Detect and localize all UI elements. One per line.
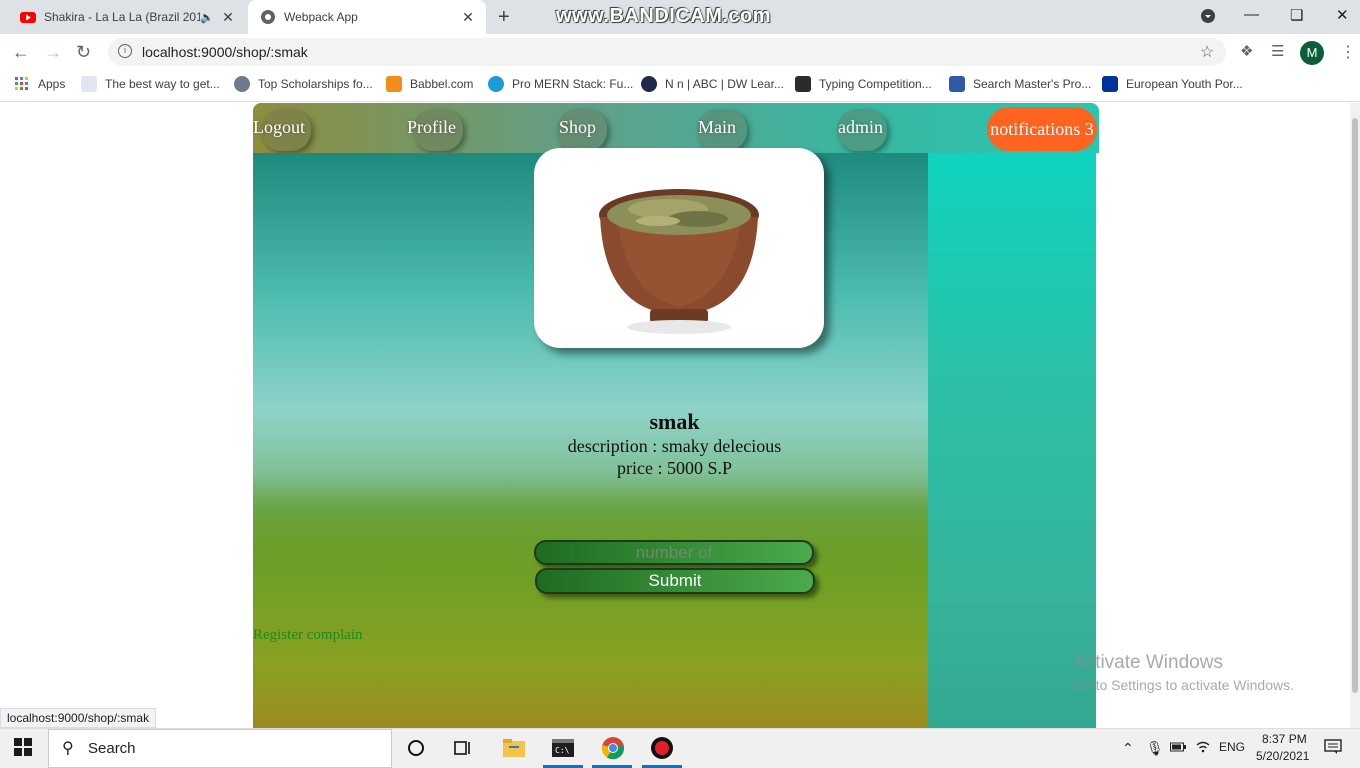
tab-webpack[interactable]: Webpack App ✕ xyxy=(248,0,486,34)
extensions-icon[interactable]: ❖ xyxy=(1240,42,1253,60)
product-price: price : 5000 S.P xyxy=(617,458,732,478)
bookmark-apps[interactable]: Apps xyxy=(14,76,65,92)
clock-date[interactable]: 5/20/2021 xyxy=(1256,749,1309,763)
activate-windows-subtitle: Go to Settings to activate Windows. xyxy=(1073,677,1294,693)
youtube-icon xyxy=(20,12,36,23)
page-viewport: Logout Profile Shop Main admin notificat… xyxy=(0,103,1350,728)
eu-flag-icon xyxy=(1102,76,1118,92)
field-background xyxy=(253,473,928,728)
taskbar-search-placeholder: Search xyxy=(88,740,136,757)
bookmark-item[interactable]: European Youth Por... xyxy=(1102,76,1243,92)
bookmark-item[interactable]: Top Scholarships fo... xyxy=(234,76,373,92)
bookmark-item[interactable]: Typing Competition... xyxy=(795,76,932,92)
close-window-button[interactable]: ✕ xyxy=(1336,6,1349,24)
scrollbar-thumb[interactable] xyxy=(1352,118,1358,693)
media-icon[interactable]: ☰ xyxy=(1271,42,1284,60)
bookmark-label: European Youth Por... xyxy=(1126,77,1243,91)
show-hidden-icons[interactable]: ⌃ xyxy=(1122,740,1134,757)
notifications-button[interactable]: notifications 3 xyxy=(987,107,1097,151)
bank-icon xyxy=(81,76,97,92)
top-nav: Logout Profile Shop Main admin notificat… xyxy=(253,103,1099,153)
nav-main[interactable]: Main xyxy=(698,117,736,138)
bookmark-label: Typing Competition... xyxy=(819,77,932,91)
bookmark-label: The best way to get... xyxy=(105,77,220,91)
bookmark-item[interactable]: Pro MERN Stack: Fu... xyxy=(488,76,633,92)
bookmark-label: Top Scholarships fo... xyxy=(258,77,373,91)
link-status-bar: localhost:9000/shop/:smak xyxy=(0,708,157,728)
profile-avatar[interactable]: M xyxy=(1300,41,1324,65)
herb-bowl-image xyxy=(599,189,759,334)
activate-windows-title: Activate Windows xyxy=(1073,652,1223,673)
babbel-icon xyxy=(386,76,402,92)
scholarship-icon xyxy=(234,76,250,92)
bookmark-star-icon[interactable]: ☆ xyxy=(1200,42,1214,62)
bookmark-label: Apps xyxy=(38,77,66,91)
register-complain-link[interactable]: Register complain xyxy=(253,627,363,644)
terminal-icon[interactable]: C:\ xyxy=(551,736,575,760)
nav-profile[interactable]: Profile xyxy=(407,117,456,138)
bookmark-label: N n | ABC | DW Lear... xyxy=(665,77,784,91)
restore-button[interactable]: ❏ xyxy=(1290,6,1303,24)
chrome-icon[interactable] xyxy=(601,736,625,760)
cortana-icon[interactable] xyxy=(405,737,429,761)
search-icon: ⚲ xyxy=(62,740,74,757)
battery-icon[interactable] xyxy=(1170,741,1186,756)
bookmark-label: Pro MERN Stack: Fu... xyxy=(512,77,634,91)
forward-icon[interactable]: → xyxy=(44,42,62,63)
minimize-button[interactable]: — xyxy=(1244,6,1259,23)
bookmark-item[interactable]: The best way to get... xyxy=(81,76,220,92)
dw-icon xyxy=(641,76,657,92)
apps-grid-icon xyxy=(15,77,28,90)
bookmark-label: Search Master's Pro... xyxy=(973,77,1092,91)
wifi-icon[interactable] xyxy=(1196,741,1210,756)
new-tab-button[interactable]: + xyxy=(498,6,510,29)
menu-icon[interactable]: ⋮ xyxy=(1340,42,1356,62)
quantity-input[interactable]: number of xyxy=(534,540,814,565)
info-icon[interactable]: i xyxy=(118,44,132,58)
clock-time[interactable]: 8:37 PM xyxy=(1262,732,1307,746)
submit-button[interactable]: Submit xyxy=(535,568,815,594)
typing-icon xyxy=(795,76,811,92)
globe-icon xyxy=(261,10,275,24)
language-indicator[interactable]: ENG xyxy=(1219,740,1245,754)
nav-shop[interactable]: Shop xyxy=(559,117,596,138)
bookmark-label: Babbel.com xyxy=(410,77,474,91)
tab-youtube[interactable]: Shakira - La La La (Brazil 2014 🔈 ✕ xyxy=(8,0,246,34)
tab-search-icon[interactable] xyxy=(1200,8,1216,28)
bookmark-item[interactable]: Search Master's Pro... xyxy=(949,76,1091,92)
task-view-icon[interactable] xyxy=(452,737,476,761)
tab-title: Shakira - La La La (Brazil 2014 xyxy=(44,10,201,24)
product-description: description : smaky delecious xyxy=(567,436,782,456)
url-text[interactable]: localhost:9000/shop/:smak xyxy=(142,44,308,60)
svg-text:C:\: C:\ xyxy=(555,746,570,755)
nav-logout[interactable]: Logout xyxy=(253,117,305,138)
reload-icon[interactable]: ↻ xyxy=(76,42,91,63)
windows-start-icon[interactable] xyxy=(14,738,32,756)
university-icon xyxy=(949,76,965,92)
tab-title: Webpack App xyxy=(284,10,358,24)
bandicam-record-icon[interactable] xyxy=(650,736,674,760)
back-icon[interactable]: ← xyxy=(12,42,30,63)
bandicam-watermark: www.BANDICAM.com xyxy=(556,5,772,27)
close-tab-icon[interactable]: ✕ xyxy=(460,9,476,26)
notification-center-icon[interactable] xyxy=(1324,739,1342,758)
nav-admin[interactable]: admin xyxy=(838,117,883,138)
speaker-icon: 🔈 xyxy=(200,11,214,24)
bookmark-item[interactable]: Babbel.com xyxy=(386,76,473,92)
bookmark-item[interactable]: N n | ABC | DW Lear... xyxy=(641,76,784,92)
book-icon xyxy=(488,76,504,92)
file-explorer-icon[interactable] xyxy=(502,736,526,760)
product-name: smak xyxy=(649,409,700,434)
close-tab-icon[interactable]: ✕ xyxy=(220,9,236,26)
microphone-icon[interactable]: 🎙 xyxy=(1146,740,1164,757)
